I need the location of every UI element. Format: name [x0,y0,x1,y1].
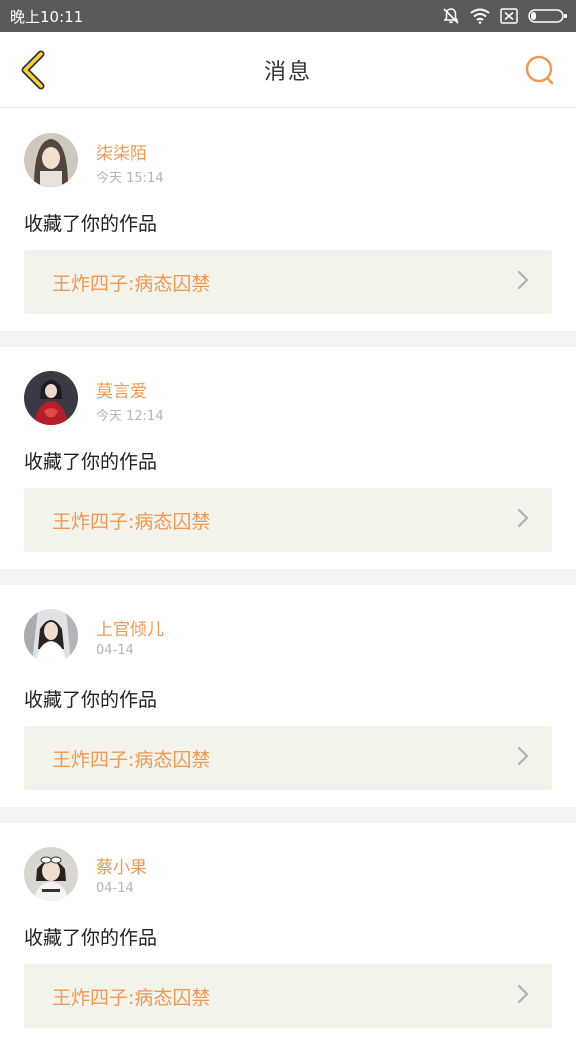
avatar[interactable] [24,609,78,663]
message-item: 上官倾儿 04-14 收藏了你的作品 王炸四子:病态囚禁 [0,585,576,807]
page-title: 消息 [263,59,312,85]
work-link[interactable]: 王炸四子:病态囚禁 [24,964,552,1028]
action-text: 收藏了你的作品 [24,451,158,473]
chevron-right-icon [516,745,530,771]
timestamp: 今天 12:14 [96,409,164,424]
work-link[interactable]: 王炸四子:病态囚禁 [24,488,552,552]
bell-off-icon [442,7,460,25]
timestamp: 04-14 [96,881,134,896]
message-item: 莫言爱 今天 12:14 收藏了你的作品 王炸四子:病态囚禁 [0,347,576,569]
message-item: 柒柒陌 今天 15:14 收藏了你的作品 王炸四子:病态囚禁 [0,109,576,331]
search-button[interactable] [520,54,560,90]
chevron-right-icon [516,269,530,295]
action-text: 收藏了你的作品 [24,927,158,949]
status-bar: 晚上10:11 [0,0,576,32]
message-item: 蔡小果 04-14 收藏了你的作品 王炸四子:病态囚禁 [0,823,576,1045]
timestamp: 今天 15:14 [96,171,164,186]
work-title: 王炸四子:病态囚禁 [52,510,211,533]
action-text: 收藏了你的作品 [24,689,158,711]
timestamp: 04-14 [96,643,134,658]
username[interactable]: 柒柒陌 [96,139,147,164]
chevron-right-icon [516,507,530,533]
status-icons [442,7,568,25]
wifi-icon [470,8,490,24]
work-title: 王炸四子:病态囚禁 [52,986,211,1009]
battery-icon [528,8,568,24]
work-title: 王炸四子:病态囚禁 [52,748,211,771]
search-icon [523,54,557,90]
chevron-right-icon [516,983,530,1009]
sim-none-icon [500,8,518,24]
work-link[interactable]: 王炸四子:病态囚禁 [24,250,552,314]
nav-bar: 消息 [0,32,576,108]
status-time: 晚上10:11 [10,7,84,26]
divider [0,331,576,347]
divider [0,807,576,823]
message-list: 柒柒陌 今天 15:14 收藏了你的作品 王炸四子:病态囚禁 莫言爱 今天 12… [0,109,576,1045]
work-title: 王炸四子:病态囚禁 [52,272,211,295]
divider [0,569,576,585]
username[interactable]: 蔡小果 [96,853,147,878]
action-text: 收藏了你的作品 [24,213,158,235]
avatar[interactable] [24,847,78,901]
username[interactable]: 上官倾儿 [96,615,164,640]
work-link[interactable]: 王炸四子:病态囚禁 [24,726,552,790]
avatar[interactable] [24,371,78,425]
chevron-left-icon [17,50,47,94]
avatar[interactable] [24,133,78,187]
username[interactable]: 莫言爱 [96,377,147,402]
back-button[interactable] [12,50,52,94]
